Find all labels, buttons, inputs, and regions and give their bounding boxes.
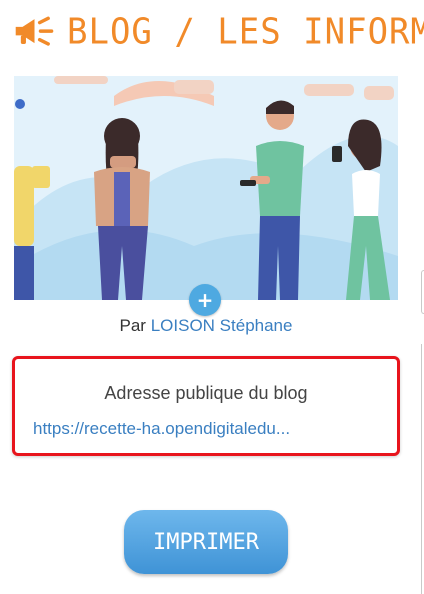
author-line: Par LOISON Stéphane: [0, 316, 412, 336]
print-button[interactable]: IMPRIMER: [124, 510, 288, 574]
megaphone-icon: [15, 16, 54, 46]
author-link[interactable]: LOISON Stéphane: [151, 316, 293, 335]
public-address-box: Adresse publique du blog https://recette…: [12, 356, 400, 456]
plus-icon: +: [196, 288, 214, 312]
add-cover-button[interactable]: +: [189, 284, 221, 316]
page-title: BLOG / LES INFORMATI: [67, 11, 424, 53]
author-prefix: Par: [119, 316, 146, 335]
public-address-title: Adresse publique du blog: [104, 383, 308, 403]
page-header: BLOG / LES INFORMATI: [14, 10, 424, 54]
blog-cover-image: [14, 76, 398, 300]
public-address-link[interactable]: https://recette-ha.opendigitaledu...: [33, 419, 379, 439]
